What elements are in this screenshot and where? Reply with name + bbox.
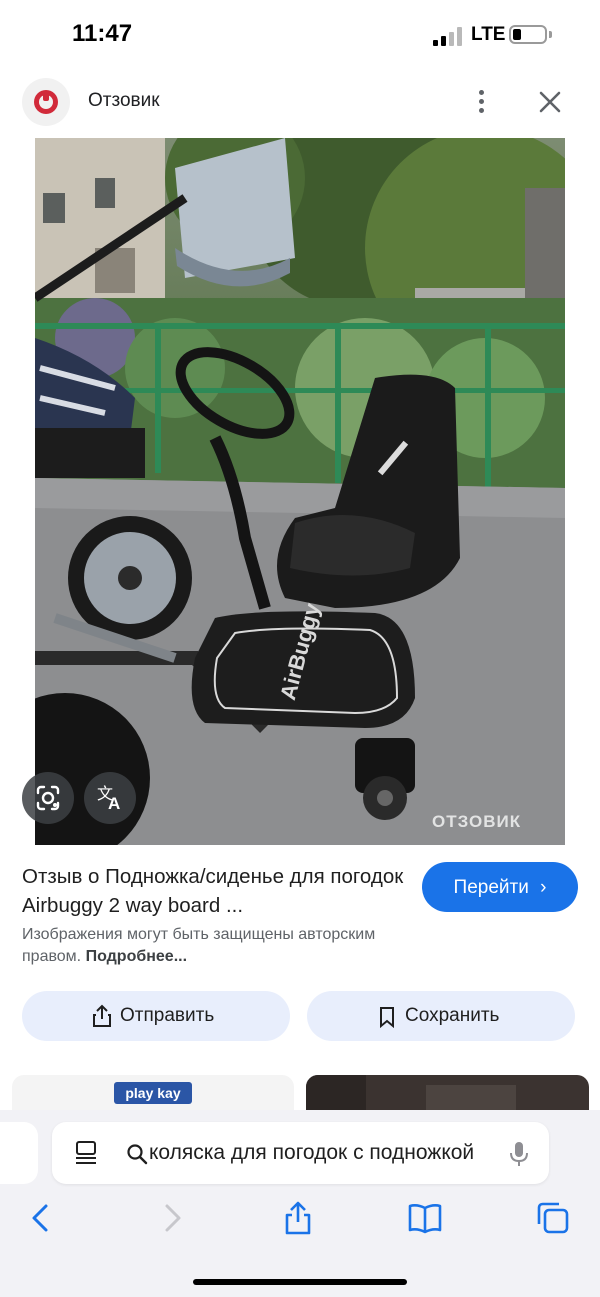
status-time: 11:47: [72, 20, 133, 47]
forward-icon[interactable]: [153, 1200, 189, 1236]
microphone-icon[interactable]: [508, 1140, 530, 1168]
translate-icon[interactable]: 文 A: [84, 772, 136, 824]
site-name[interactable]: Отзовик: [88, 90, 160, 112]
lens-camera-icon[interactable]: [22, 772, 74, 824]
battery-icon: [509, 25, 547, 44]
share-label: Отправить: [120, 1005, 215, 1026]
close-icon[interactable]: [534, 86, 566, 118]
share-page-icon[interactable]: [280, 1200, 316, 1236]
previous-tab[interactable]: [0, 1122, 38, 1184]
copyright-text: Изображения могут быть защищены авторски…: [22, 926, 376, 965]
more-options-icon[interactable]: [468, 86, 496, 118]
search-icon: [126, 1143, 148, 1165]
battery-tip: [549, 31, 552, 38]
site-logo-icon[interactable]: [22, 78, 70, 126]
copyright-notice: Изображения могут быть защищены авторски…: [22, 924, 422, 968]
signal-strength-icon: [433, 26, 465, 46]
share-icon: [93, 1004, 111, 1027]
result-title[interactable]: Отзыв о Подножка/сиденье для погодок Air…: [22, 862, 412, 920]
visit-button-label: Перейти: [453, 877, 529, 898]
image-watermark: ОТЗОВИК: [432, 812, 522, 831]
learn-more-link[interactable]: Подробнее...: [86, 948, 187, 965]
result-image[interactable]: AirBuggy: [35, 138, 565, 845]
status-bar: 11:47 LTE: [0, 0, 600, 70]
home-indicator: [193, 1279, 407, 1285]
network-label: LTE: [471, 24, 506, 45]
bookmark-icon: [380, 1007, 394, 1028]
reader-icon[interactable]: [74, 1140, 98, 1166]
tabs-icon[interactable]: [535, 1200, 571, 1236]
save-button[interactable]: Сохранить: [307, 991, 575, 1041]
share-button[interactable]: Отправить: [22, 991, 290, 1041]
chevron-right-icon: ›: [540, 877, 547, 898]
bookmarks-icon[interactable]: [407, 1200, 443, 1236]
back-icon[interactable]: [24, 1200, 60, 1236]
related-logo: play kay: [114, 1082, 192, 1104]
svg-text:A: A: [108, 794, 120, 813]
save-label: Сохранить: [405, 1005, 500, 1026]
visit-button[interactable]: Перейти ›: [422, 862, 578, 912]
address-text[interactable]: коляска для погодок с подножкой: [149, 1141, 489, 1165]
